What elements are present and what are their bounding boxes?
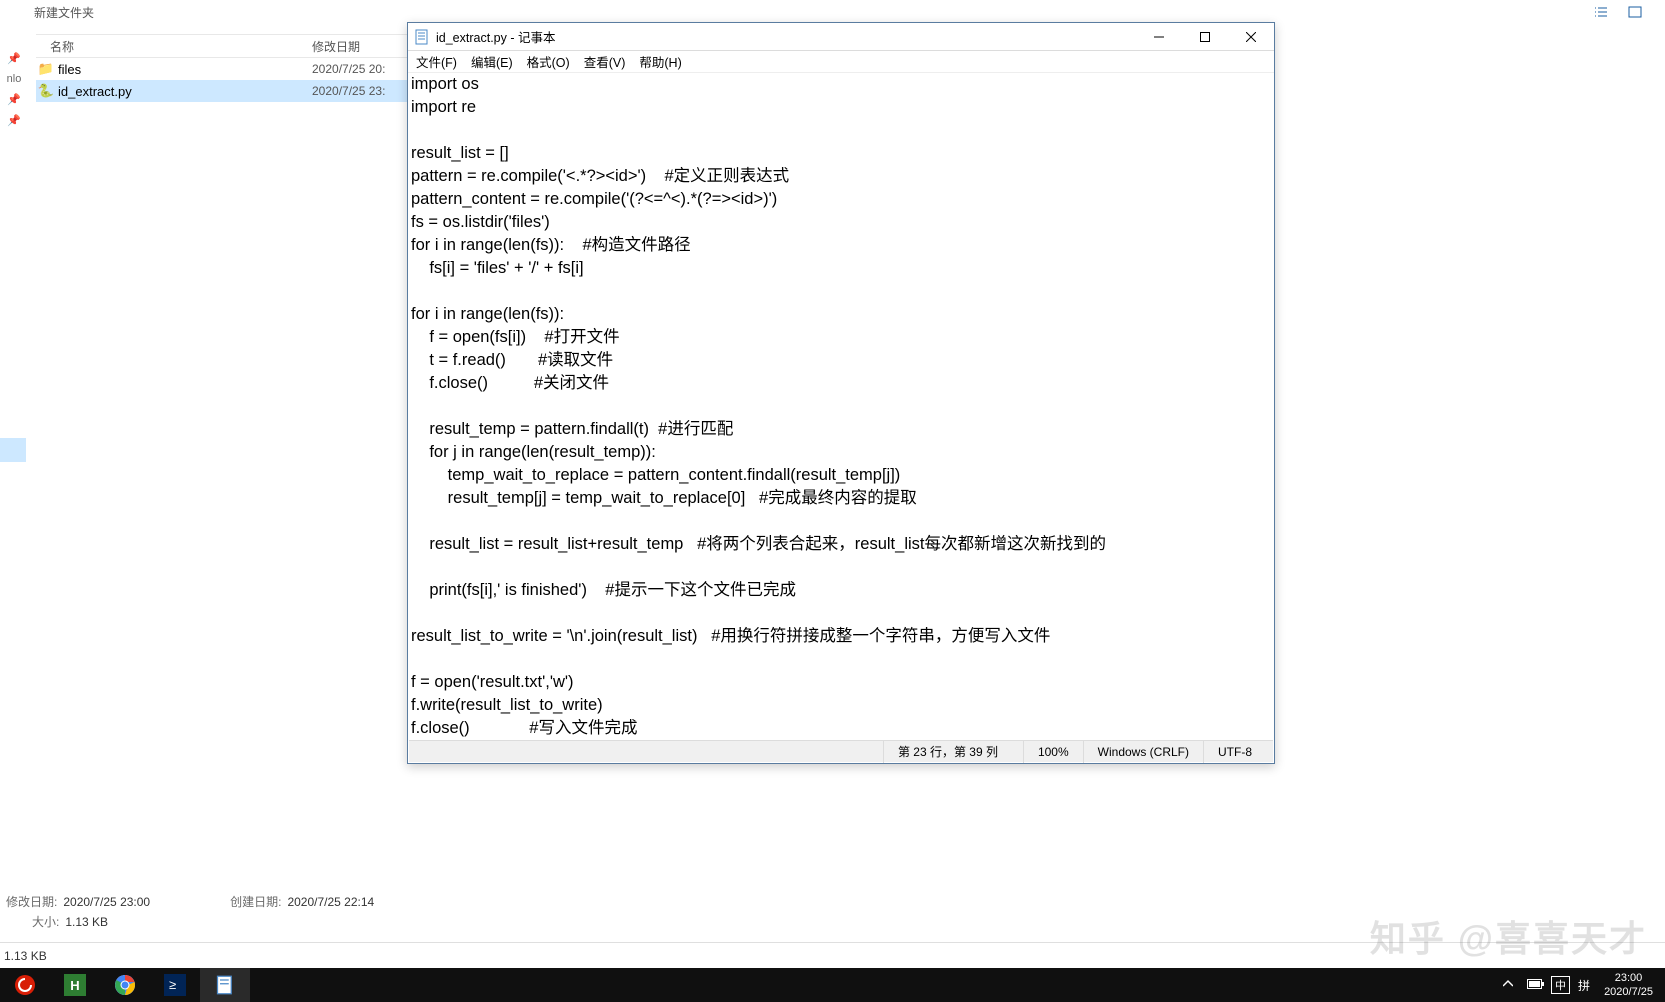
pin-icon[interactable]: 📌	[0, 93, 28, 106]
large-icon-view-icon[interactable]	[1627, 4, 1643, 20]
details-view-icon[interactable]	[1593, 4, 1609, 20]
svg-text:H: H	[70, 978, 79, 993]
mod-date-label: 修改日期:	[6, 895, 57, 909]
status-cursor-pos: 第 23 行，第 39 列	[883, 741, 1023, 763]
explorer-statusbar: 1.13 KB	[0, 942, 1665, 968]
taskbar-app-netease[interactable]	[0, 968, 50, 1002]
menu-help[interactable]: 帮助(H)	[639, 52, 681, 71]
close-button[interactable]	[1228, 23, 1274, 51]
side-label: nlo	[0, 73, 28, 85]
notepad-titlebar[interactable]: id_extract.py - 记事本	[408, 23, 1274, 51]
menu-view[interactable]: 查看(V)	[584, 52, 626, 71]
notepad-text-area[interactable]: import os import re result_list = [] pat…	[409, 73, 1273, 739]
taskbar-tray: 中 拼 23:00 2020/7/25	[1495, 968, 1665, 1002]
tray-chevron-up-icon[interactable]	[1495, 979, 1521, 992]
explorer-view-controls	[1593, 0, 1665, 24]
statusbar-size: 1.13 KB	[4, 949, 47, 963]
clock-date: 2020/7/25	[1604, 985, 1653, 999]
notepad-window: id_extract.py - 记事本 文件(F) 编辑(E) 格式(O) 查看…	[407, 22, 1275, 764]
tray-battery-icon[interactable]	[1521, 978, 1551, 993]
file-date: 2020/7/25 20:	[312, 62, 385, 76]
folder-title: 新建文件夹	[34, 4, 94, 21]
notepad-menubar: 文件(F) 编辑(E) 格式(O) 查看(V) 帮助(H)	[408, 51, 1274, 73]
minimize-button[interactable]	[1136, 23, 1182, 51]
create-date-label: 创建日期:	[230, 895, 281, 909]
file-name: id_extract.py	[56, 84, 312, 99]
notepad-statusbar: 第 23 行，第 39 列 100% Windows (CRLF) UTF-8	[409, 740, 1273, 762]
svg-text:≥: ≥	[169, 977, 176, 992]
taskbar-clock[interactable]: 23:00 2020/7/25	[1598, 969, 1665, 1001]
status-encoding: UTF-8	[1203, 741, 1273, 763]
size-value: 1.13 KB	[65, 915, 108, 929]
quick-access-selection[interactable]	[0, 438, 26, 462]
mod-date-value: 2020/7/25 23:00	[63, 895, 150, 909]
taskbar: H ≥ 中 拼 23:00 2020/7/25	[0, 968, 1665, 1002]
folder-icon: 📁	[36, 61, 56, 77]
python-file-icon: 🐍	[36, 83, 56, 99]
ime-mode[interactable]: 拼	[1578, 977, 1590, 994]
explorer-header: 新建文件夹	[0, 0, 1665, 24]
menu-file[interactable]: 文件(F)	[416, 52, 457, 71]
explorer-left-gutter: 📌 nlo 📌 📌	[0, 34, 28, 127]
taskbar-app-chrome[interactable]	[100, 968, 150, 1002]
notepad-title-text: id_extract.py - 记事本	[436, 27, 1136, 46]
notepad-icon	[414, 29, 430, 45]
menu-edit[interactable]: 编辑(E)	[471, 52, 513, 71]
maximize-button[interactable]	[1182, 23, 1228, 51]
taskbar-app-powershell[interactable]: ≥	[150, 968, 200, 1002]
pin-icon[interactable]: 📌	[0, 52, 28, 65]
create-date-value: 2020/7/25 22:14	[287, 895, 374, 909]
file-name: files	[56, 62, 312, 77]
file-date: 2020/7/25 23:	[312, 84, 385, 98]
pin-icon[interactable]: 📌	[0, 114, 28, 127]
taskbar-app-wps[interactable]: H	[50, 968, 100, 1002]
details-pane: 修改日期: 2020/7/25 23:00 创建日期: 2020/7/25 22:1…	[0, 892, 1665, 942]
status-zoom: 100%	[1023, 741, 1083, 763]
size-label: 大小:	[32, 915, 59, 929]
status-eol: Windows (CRLF)	[1083, 741, 1203, 763]
menu-format[interactable]: 格式(O)	[527, 52, 570, 71]
col-header-name[interactable]: 名称	[36, 38, 312, 55]
clock-time: 23:00	[1604, 971, 1653, 985]
taskbar-app-notepad[interactable]	[200, 968, 250, 1002]
ime-language[interactable]: 中	[1551, 976, 1570, 994]
